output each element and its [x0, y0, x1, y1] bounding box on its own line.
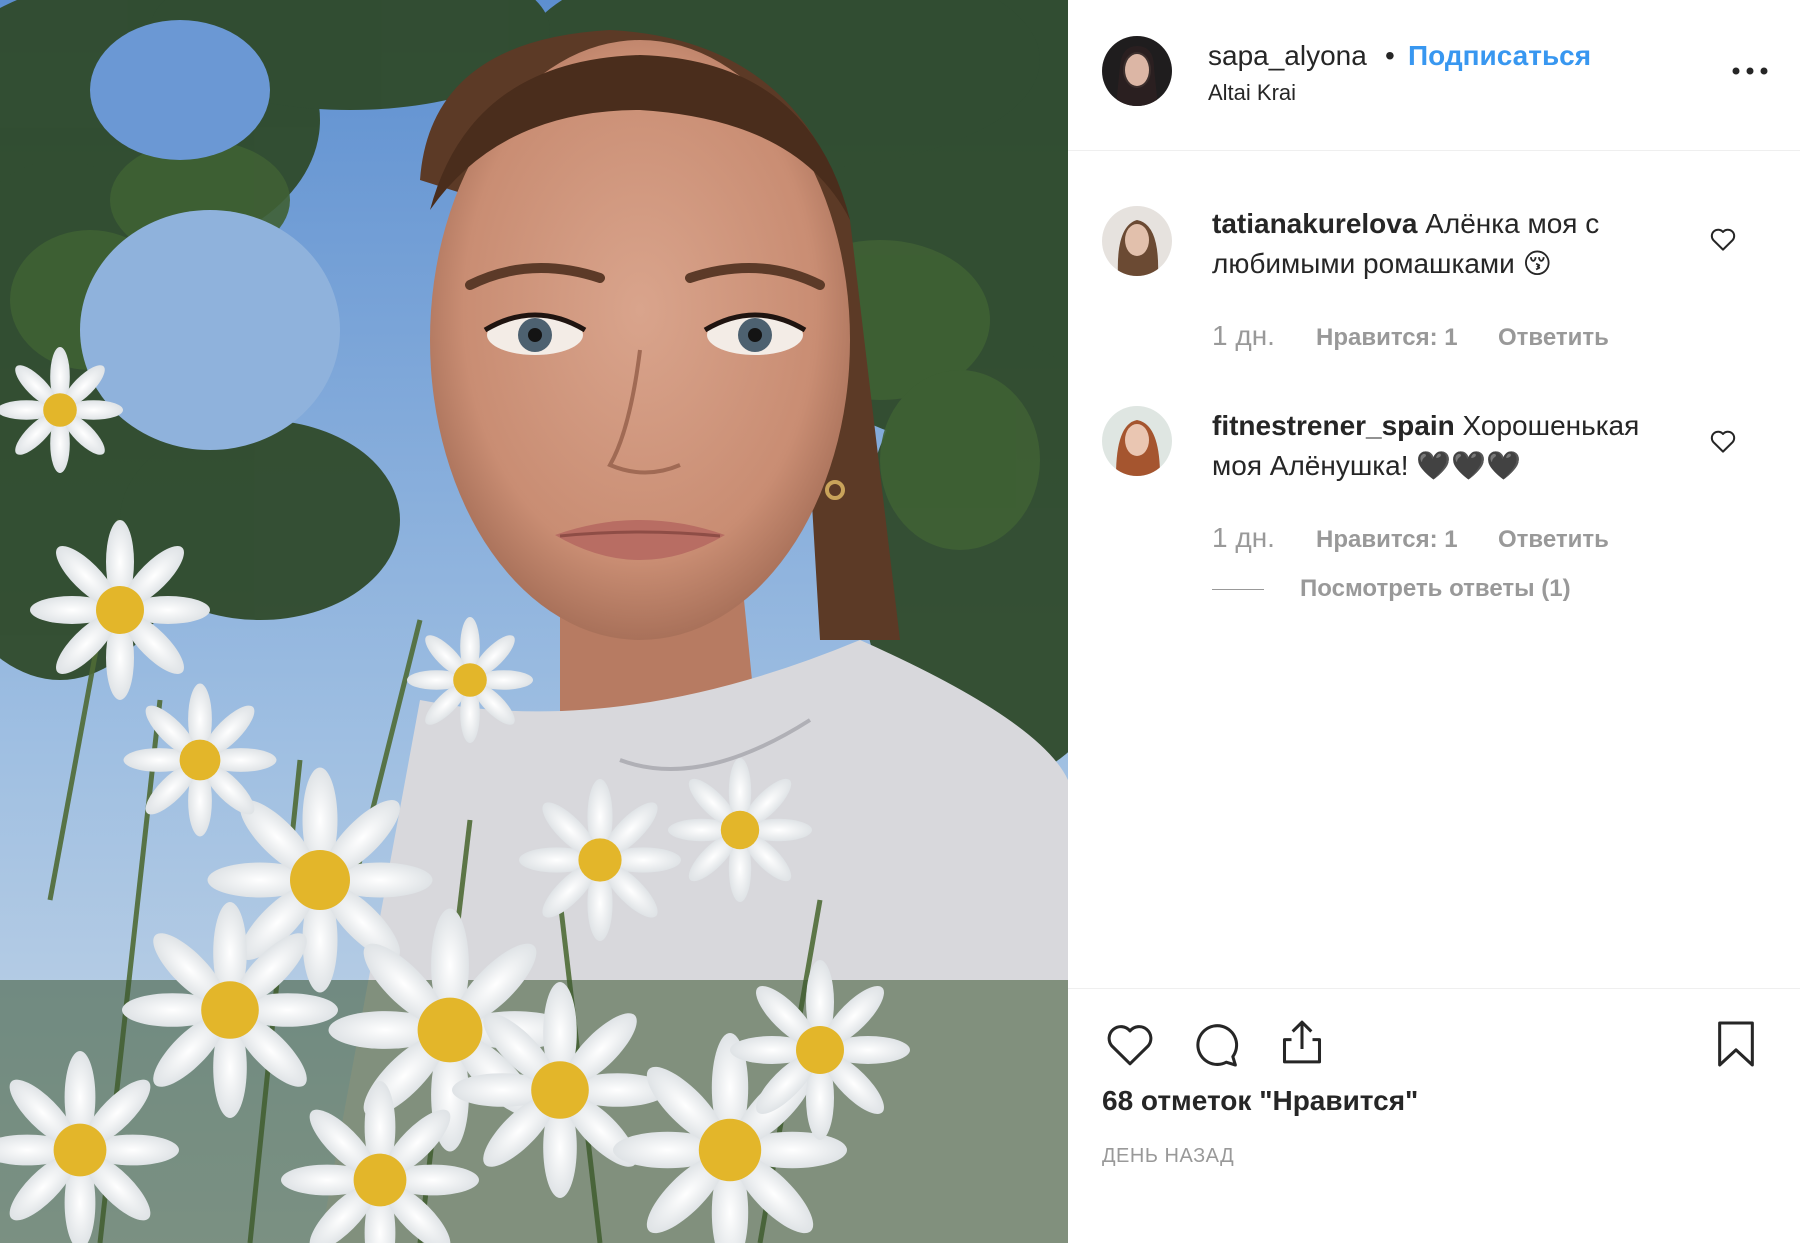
post-sidebar: sapa_alyona • Подписаться Altai Krai tat… — [1068, 0, 1800, 1243]
comment-author[interactable]: tatianakurelova — [1212, 208, 1417, 239]
more-dots-icon[interactable] — [1730, 56, 1770, 86]
post-photo[interactable] — [0, 0, 1068, 1243]
bookmark-icon[interactable] — [1708, 1016, 1764, 1072]
location-link[interactable]: Altai Krai — [1208, 80, 1296, 106]
comment-heart-icon[interactable] — [1708, 426, 1738, 456]
follow-button[interactable]: Подписаться — [1408, 40, 1591, 72]
author-avatar[interactable] — [1102, 36, 1172, 106]
actions-divider — [1068, 988, 1800, 989]
author-username[interactable]: sapa_alyona — [1208, 40, 1367, 72]
separator-dot: • — [1385, 40, 1395, 71]
comment-likes-link[interactable]: Нравится: 1 — [1316, 526, 1458, 554]
photo-image — [0, 0, 1068, 1243]
replies-line — [1212, 589, 1264, 590]
comment-bubble-icon[interactable] — [1188, 1016, 1244, 1072]
share-icon[interactable] — [1274, 1014, 1330, 1070]
reply-button[interactable]: Ответить — [1498, 324, 1609, 352]
view-replies-button[interactable]: Посмотреть ответы (1) — [1300, 575, 1571, 603]
reply-button[interactable]: Ответить — [1498, 526, 1609, 554]
comment-likes-link[interactable]: Нравится: 1 — [1316, 324, 1458, 352]
comment-avatar[interactable] — [1102, 406, 1172, 476]
likes-count[interactable]: 68 отметок "Нравится" — [1102, 1085, 1418, 1117]
heart-icon[interactable] — [1102, 1016, 1158, 1072]
comment-body: fitnestrener_spain Хорошенькая моя Алёну… — [1212, 406, 1692, 486]
comment-author[interactable]: fitnestrener_spain — [1212, 410, 1455, 441]
comment-time: 1 дн. — [1212, 522, 1275, 553]
comment-time: 1 дн. — [1212, 320, 1275, 351]
post-timestamp: ДЕНЬ НАЗАД — [1102, 1145, 1235, 1167]
header-divider — [1068, 150, 1800, 151]
comment-heart-icon[interactable] — [1708, 224, 1738, 254]
comment-body: tatianakurelova Алёнка моя с любимыми ро… — [1212, 204, 1692, 284]
comment-avatar[interactable] — [1102, 206, 1172, 276]
